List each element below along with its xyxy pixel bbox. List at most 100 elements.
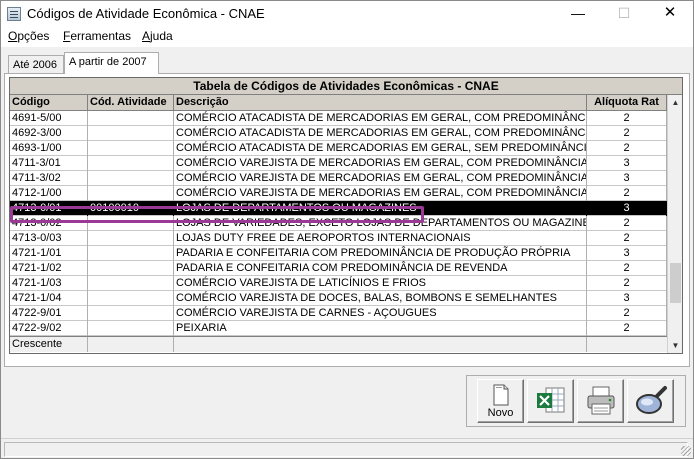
cell-aliquota: 2 bbox=[587, 321, 667, 336]
menu-bar: Opções Ferramentas Ajuda bbox=[1, 27, 693, 47]
column-header-aliquota-rat[interactable]: Alíquota Rat bbox=[587, 95, 667, 110]
cell-cod-atividade bbox=[88, 261, 174, 276]
status-panel bbox=[4, 442, 688, 457]
menu-ferramentas[interactable]: Ferramentas bbox=[63, 29, 131, 43]
cell-descricao: PADARIA E CONFEITARIA COM PREDOMINÂNCIA … bbox=[174, 246, 587, 261]
grid-caption: Tabela de Códigos de Atividades Econômic… bbox=[10, 78, 682, 95]
close-button[interactable]: ✕ bbox=[647, 1, 693, 27]
column-header-descricao[interactable]: Descrição bbox=[174, 95, 587, 110]
novo-button[interactable]: Novo bbox=[477, 379, 524, 423]
cell-cod-atividade bbox=[88, 276, 174, 291]
print-button[interactable] bbox=[577, 379, 624, 423]
cell-cod-atividade bbox=[88, 156, 174, 171]
cell-codigo: 4721-1/02 bbox=[10, 261, 88, 276]
menu-opcoes-label: pções bbox=[17, 29, 50, 43]
cell-cod-atividade bbox=[88, 171, 174, 186]
cell-aliquota: 3 bbox=[587, 291, 667, 306]
table-row[interactable]: 4721-1/01 PADARIA E CONFEITARIA COM PREDO… bbox=[10, 246, 667, 261]
table-row[interactable]: 4691-5/00 COMÉRCIO ATACADISTA DE MERCADOR… bbox=[10, 111, 667, 126]
cell-descricao: PADARIA E CONFEITARIA COM PREDOMINÂNCIA … bbox=[174, 261, 587, 276]
tab-a-partir-de-2007[interactable]: A partir de 2007 bbox=[64, 52, 159, 74]
new-document-icon bbox=[493, 384, 508, 406]
cell-cod-atividade bbox=[88, 306, 174, 321]
cell-codigo: 4713-0/02 bbox=[10, 216, 88, 231]
scrollbar-thumb[interactable] bbox=[670, 263, 681, 303]
minimize-button[interactable]: — bbox=[555, 1, 601, 27]
table-row[interactable]: 4693-1/00 COMÉRCIO ATACADISTA DE MERCADOR… bbox=[10, 141, 667, 156]
cell-codigo: 4713-0/03 bbox=[10, 231, 88, 246]
table-row[interactable]: 4711-3/01 COMÉRCIO VAREJISTA DE MERCADORI… bbox=[10, 156, 667, 171]
cell-codigo: 4693-1/00 bbox=[10, 141, 88, 156]
cell-aliquota: 2 bbox=[587, 141, 667, 156]
main-window: Códigos de Atividade Econômica - CNAE — … bbox=[0, 0, 694, 459]
vertical-scrollbar[interactable]: ▲ ▼ bbox=[667, 95, 682, 353]
table-row[interactable]: 4721-1/02 PADARIA E CONFEITARIA COM PREDO… bbox=[10, 261, 667, 276]
cell-cod-atividade bbox=[88, 186, 174, 201]
cell-aliquota: 3 bbox=[587, 156, 667, 171]
table-row[interactable]: 4713-0/02 LOJAS DE VARIEDADES, EXCETO LOJ… bbox=[10, 216, 667, 231]
export-excel-button[interactable] bbox=[527, 379, 574, 423]
grid-header: Código Cód. Atividade Descrição Alíquota… bbox=[10, 95, 682, 111]
menu-ajuda[interactable]: Ajuda bbox=[142, 29, 173, 43]
cell-descricao: COMÉRCIO VAREJISTA DE LATICÍNIOS E FRIOS bbox=[174, 276, 587, 291]
column-header-cod-atividade[interactable]: Cód. Atividade bbox=[88, 95, 174, 110]
cell-aliquota: 2 bbox=[587, 231, 667, 246]
cell-cod-atividade bbox=[88, 126, 174, 141]
cell-codigo: 4721-1/04 bbox=[10, 291, 88, 306]
window-title: Códigos de Atividade Econômica - CNAE bbox=[27, 6, 265, 21]
footer-cell bbox=[88, 337, 174, 352]
cell-aliquota: 3 bbox=[587, 246, 667, 261]
menu-opcoes-mnemonic: O bbox=[8, 29, 18, 43]
cell-cod-atividade bbox=[88, 321, 174, 336]
tab-ate-2006[interactable]: Até 2006 bbox=[8, 55, 64, 73]
column-header-codigo[interactable]: Código bbox=[10, 95, 88, 110]
cell-aliquota: 2 bbox=[587, 276, 667, 291]
search-button[interactable] bbox=[627, 379, 674, 423]
cell-aliquota: 3 bbox=[587, 171, 667, 186]
cell-codigo: 4712-1/00 bbox=[10, 186, 88, 201]
grid-footer: Crescente bbox=[10, 336, 667, 352]
cell-aliquota: 2 bbox=[587, 126, 667, 141]
scroll-down-arrow-icon[interactable]: ▼ bbox=[668, 338, 682, 353]
cell-descricao: LOJAS DE VARIEDADES, EXCETO LOJAS DE DEP… bbox=[176, 216, 587, 231]
cell-cod-atividade bbox=[88, 291, 174, 306]
cell-descricao: COMÉRCIO VAREJISTA DE MERCADORIAS EM GER… bbox=[176, 156, 587, 171]
menu-ajuda-mnemonic: A bbox=[142, 29, 151, 43]
table-row-selected[interactable]: 4713-0/01 00100010 LOJAS DE DEPARTAMENTOS … bbox=[10, 201, 667, 216]
status-bar bbox=[1, 438, 693, 458]
resize-grip-icon[interactable] bbox=[681, 446, 691, 456]
table-row[interactable]: 4722-9/01 COMÉRCIO VAREJISTA DE CARNES - … bbox=[10, 306, 667, 321]
cell-codigo: 4711-3/02 bbox=[10, 171, 88, 186]
novo-label: Novo bbox=[487, 407, 514, 419]
magnifier-icon bbox=[635, 386, 667, 414]
cell-descricao: COMÉRCIO ATACADISTA DE MERCADORIAS EM GE… bbox=[176, 126, 587, 141]
menu-ajuda-label: juda bbox=[150, 29, 173, 43]
table-row[interactable]: 4721-1/03 COMÉRCIO VAREJISTA DE LATICÍNIO… bbox=[10, 276, 667, 291]
title-bar: Códigos de Atividade Econômica - CNAE — … bbox=[1, 1, 693, 27]
excel-export-icon bbox=[536, 387, 564, 413]
cell-descricao: COMÉRCIO VAREJISTA DE MERCADORIAS EM GER… bbox=[176, 171, 587, 186]
table-row[interactable]: 4711-3/02 COMÉRCIO VAREJISTA DE MERCADORI… bbox=[10, 171, 667, 186]
table-row[interactable]: 4713-0/03 LOJAS DUTY FREE DE AEROPORTOS I… bbox=[10, 231, 667, 246]
cell-codigo: 4711-3/01 bbox=[10, 156, 88, 171]
cell-descricao: COMÉRCIO ATACADISTA DE MERCADORIAS EM GE… bbox=[176, 111, 587, 126]
cell-aliquota: 2 bbox=[587, 261, 667, 276]
cell-codigo: 4691-5/00 bbox=[10, 111, 88, 126]
printer-icon bbox=[587, 386, 614, 415]
maximize-button[interactable]: ☐ bbox=[601, 1, 647, 27]
menu-opcoes[interactable]: Opções bbox=[8, 29, 49, 43]
table-row[interactable]: 4692-3/00 COMÉRCIO ATACADISTA DE MERCADOR… bbox=[10, 126, 667, 141]
scroll-up-arrow-icon[interactable]: ▲ bbox=[668, 95, 682, 110]
cell-codigo: 4721-1/03 bbox=[10, 276, 88, 291]
cell-aliquota: 2 bbox=[587, 216, 667, 231]
cell-cod-atividade bbox=[88, 141, 174, 156]
cell-descricao: LOJAS DE DEPARTAMENTOS OU MAGAZINES bbox=[174, 201, 587, 216]
table-row[interactable]: 4712-1/00 COMÉRCIO VAREJISTA DE MERCADORI… bbox=[10, 186, 667, 201]
cell-cod-atividade bbox=[88, 231, 174, 246]
table-row[interactable]: 4721-1/04 COMÉRCIO VAREJISTA DE DOCES, BA… bbox=[10, 291, 667, 306]
menu-ferramentas-label: erramentas bbox=[70, 29, 132, 43]
cell-descricao: COMÉRCIO VAREJISTA DE MERCADORIAS EM GER… bbox=[176, 186, 587, 201]
cell-codigo: 4722-9/02 bbox=[10, 321, 88, 336]
cell-descricao: PEIXARIA bbox=[174, 321, 587, 336]
table-row[interactable]: 4722-9/02 PEIXARIA 2 bbox=[10, 321, 667, 336]
